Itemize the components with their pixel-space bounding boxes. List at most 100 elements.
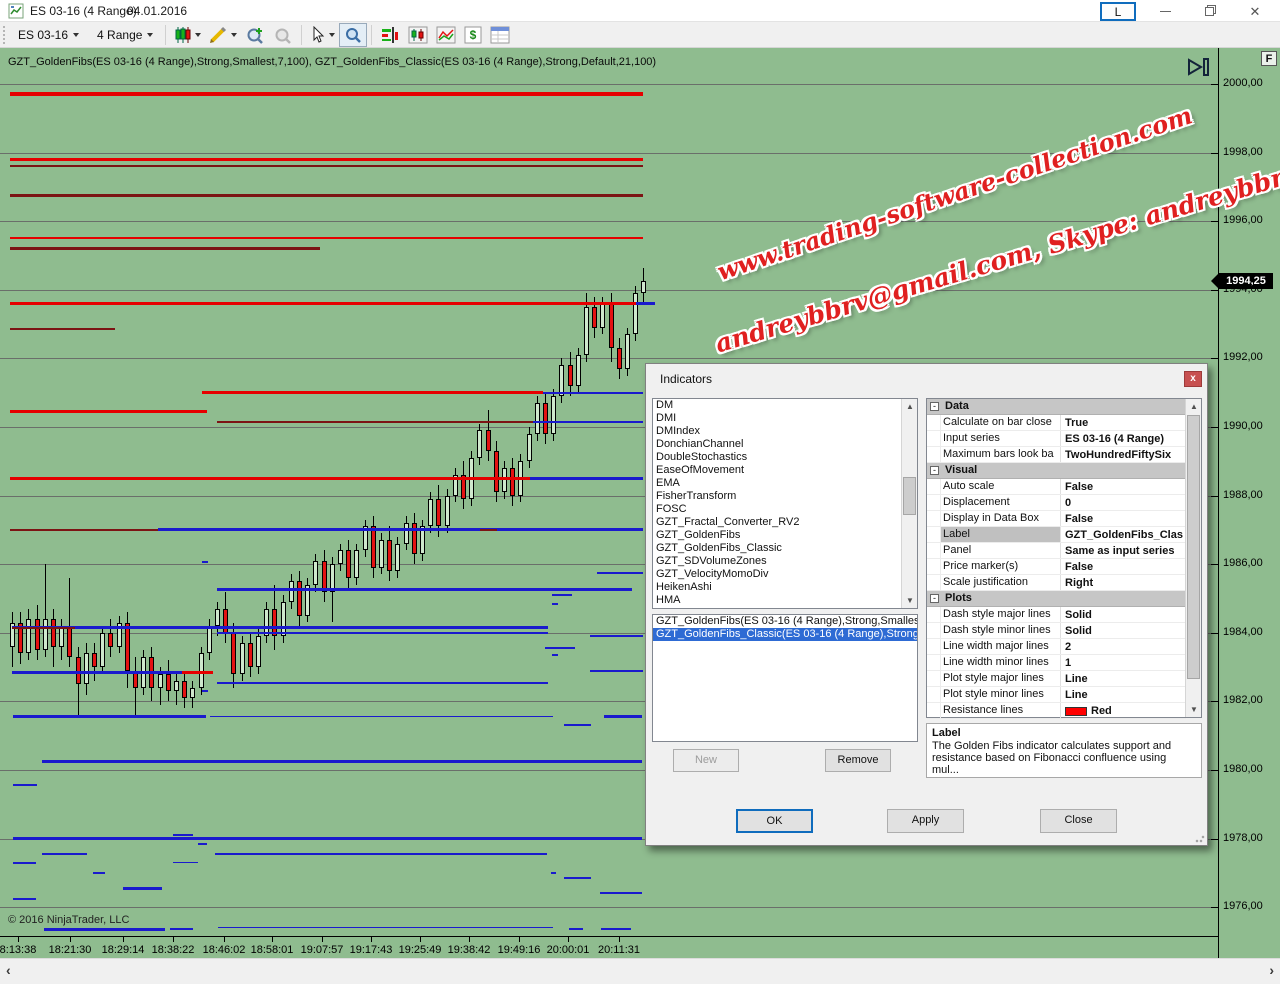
property-value[interactable]: False (1061, 559, 1186, 574)
scroll-down-icon[interactable]: ▼ (902, 593, 918, 608)
configured-indicator-item[interactable]: GZT_GoldenFibs_Classic(ES 03-16 (4 Range… (653, 628, 917, 641)
collapse-icon[interactable]: - (930, 466, 939, 475)
scrollbar-thumb[interactable] (1187, 415, 1200, 679)
property-grid-scrollbar[interactable]: ▲ ▼ (1185, 399, 1201, 717)
support-line (217, 632, 548, 634)
property-value[interactable]: False (1061, 479, 1186, 494)
scroll-left-icon[interactable]: ‹ (6, 962, 11, 978)
property-name: Input series (941, 431, 1061, 446)
close-window-button[interactable]: ✕ (1238, 2, 1272, 21)
property-section-header[interactable]: -Plots (927, 591, 1186, 607)
collapse-icon[interactable]: - (930, 402, 939, 411)
property-row[interactable]: LabelGZT_GoldenFibs_Clas (927, 527, 1186, 543)
period-dropdown[interactable]: 4 Range (87, 25, 161, 45)
scroll-up-icon[interactable]: ▲ (902, 399, 918, 414)
property-row[interactable]: Line width major lines2 (927, 639, 1186, 655)
scroll-down-icon[interactable]: ▼ (1186, 702, 1202, 717)
scroll-right-icon[interactable]: › (1269, 962, 1274, 978)
dialog-close-action-button[interactable]: Close (1040, 809, 1117, 833)
scroll-up-icon[interactable]: ▲ (1186, 399, 1202, 414)
apply-button[interactable]: Apply (887, 809, 964, 833)
focus-badge[interactable]: F (1261, 51, 1277, 66)
zoom-out-button[interactable] (269, 24, 297, 46)
available-indicator-item[interactable]: DonchianChannel (653, 438, 917, 451)
property-value[interactable]: Right (1061, 575, 1186, 590)
property-value[interactable]: Line (1061, 671, 1186, 686)
cursor-tool-button[interactable] (306, 24, 339, 46)
property-value[interactable]: 2 (1061, 639, 1186, 654)
available-indicator-item[interactable]: EMA (653, 477, 917, 490)
resize-grip[interactable] (1195, 833, 1205, 843)
available-indicator-item[interactable]: FOSC (653, 503, 917, 516)
minimize-button[interactable] (1148, 2, 1182, 21)
horizontal-scrollbar[interactable]: ‹ › (0, 958, 1280, 984)
available-indicator-item[interactable]: GZT_SDVolumeZones (653, 555, 917, 568)
property-name: Dash style minor lines (941, 623, 1061, 638)
property-value[interactable]: Line (1061, 687, 1186, 702)
property-row[interactable]: Plot style minor linesLine (927, 687, 1186, 703)
ok-button[interactable]: OK (736, 809, 813, 833)
scrollbar-thumb[interactable] (903, 477, 916, 515)
property-row[interactable]: Line width minor lines1 (927, 655, 1186, 671)
go-to-end-icon[interactable] (1186, 56, 1214, 80)
property-value[interactable]: 0 (1061, 495, 1186, 510)
available-indicator-item[interactable]: DMIndex (653, 425, 917, 438)
available-indicator-item[interactable]: DMI (653, 412, 917, 425)
chart-trader-button[interactable] (404, 24, 432, 46)
collapse-icon[interactable]: - (930, 594, 939, 603)
indicators-button[interactable] (432, 24, 460, 46)
property-value[interactable]: Red (1061, 703, 1186, 718)
property-section-header[interactable]: -Data (927, 399, 1186, 415)
chart-style-button[interactable] (170, 24, 205, 46)
available-indicator-item[interactable]: HeikenAshi (653, 581, 917, 594)
account-button[interactable]: $ (460, 24, 486, 46)
available-indicator-item[interactable]: DoubleStochastics (653, 451, 917, 464)
property-value[interactable]: TwoHundredFiftySix (1061, 447, 1186, 462)
property-value[interactable]: Solid (1061, 623, 1186, 638)
data-grid-button[interactable] (486, 24, 514, 46)
restore-button[interactable] (1192, 2, 1226, 21)
property-value[interactable]: 1 (1061, 655, 1186, 670)
property-row[interactable]: Calculate on bar closeTrue (927, 415, 1186, 431)
property-row[interactable]: Displacement0 (927, 495, 1186, 511)
property-row[interactable]: Dash style minor linesSolid (927, 623, 1186, 639)
available-indicator-item[interactable]: GZT_Fractal_Converter_RV2 (653, 516, 917, 529)
property-row[interactable]: Resistance linesRed (927, 703, 1186, 719)
data-box-button[interactable] (339, 23, 367, 47)
property-value[interactable]: ES 03-16 (4 Range) (1061, 431, 1186, 446)
link-button[interactable]: L (1100, 2, 1136, 21)
property-row[interactable]: Price marker(s)False (927, 559, 1186, 575)
available-indicator-item[interactable]: GZT_GoldenFibs_Classic (653, 542, 917, 555)
property-row[interactable]: Dash style major linesSolid (927, 607, 1186, 623)
available-indicator-item[interactable]: GZT_VelocityMomoDiv (653, 568, 917, 581)
property-value[interactable]: Solid (1061, 607, 1186, 622)
configured-indicator-item[interactable]: GZT_GoldenFibs(ES 03-16 (4 Range),Strong… (653, 615, 917, 628)
remove-button[interactable]: Remove (825, 749, 891, 772)
property-row[interactable]: Display in Data BoxFalse (927, 511, 1186, 527)
new-button[interactable]: New (673, 749, 739, 772)
regions-button[interactable] (376, 24, 404, 46)
available-indicators-list[interactable]: DMDMIDMIndexDonchianChannelDoubleStochas… (652, 398, 918, 609)
dialog-close-button[interactable]: x (1184, 371, 1202, 387)
instrument-dropdown[interactable]: ES 03-16 (8, 25, 87, 45)
property-row[interactable]: Input seriesES 03-16 (4 Range) (927, 431, 1186, 447)
property-value[interactable]: False (1061, 511, 1186, 526)
property-section-header[interactable]: -Visual (927, 463, 1186, 479)
property-row[interactable]: Maximum bars look baTwoHundredFiftySix (927, 447, 1186, 463)
property-row[interactable]: Scale justificationRight (927, 575, 1186, 591)
property-value[interactable]: GZT_GoldenFibs_Clas (1061, 527, 1186, 542)
zoom-in-button[interactable] (241, 24, 269, 46)
available-indicator-item[interactable]: DM (653, 399, 917, 412)
configured-indicators-list[interactable]: GZT_GoldenFibs(ES 03-16 (4 Range),Strong… (652, 614, 918, 742)
property-value[interactable]: True (1061, 415, 1186, 430)
available-indicator-item[interactable]: GZT_GoldenFibs (653, 529, 917, 542)
property-row[interactable]: Plot style major linesLine (927, 671, 1186, 687)
property-value[interactable]: Same as input series (1061, 543, 1186, 558)
available-indicator-item[interactable]: EaseOfMovement (653, 464, 917, 477)
property-row[interactable]: Auto scaleFalse (927, 479, 1186, 495)
available-indicator-item[interactable]: HMA (653, 594, 917, 607)
available-indicator-item[interactable]: FisherTransform (653, 490, 917, 503)
available-list-scrollbar[interactable]: ▲ ▼ (901, 399, 917, 608)
draw-tool-button[interactable] (205, 24, 241, 46)
property-row[interactable]: PanelSame as input series (927, 543, 1186, 559)
